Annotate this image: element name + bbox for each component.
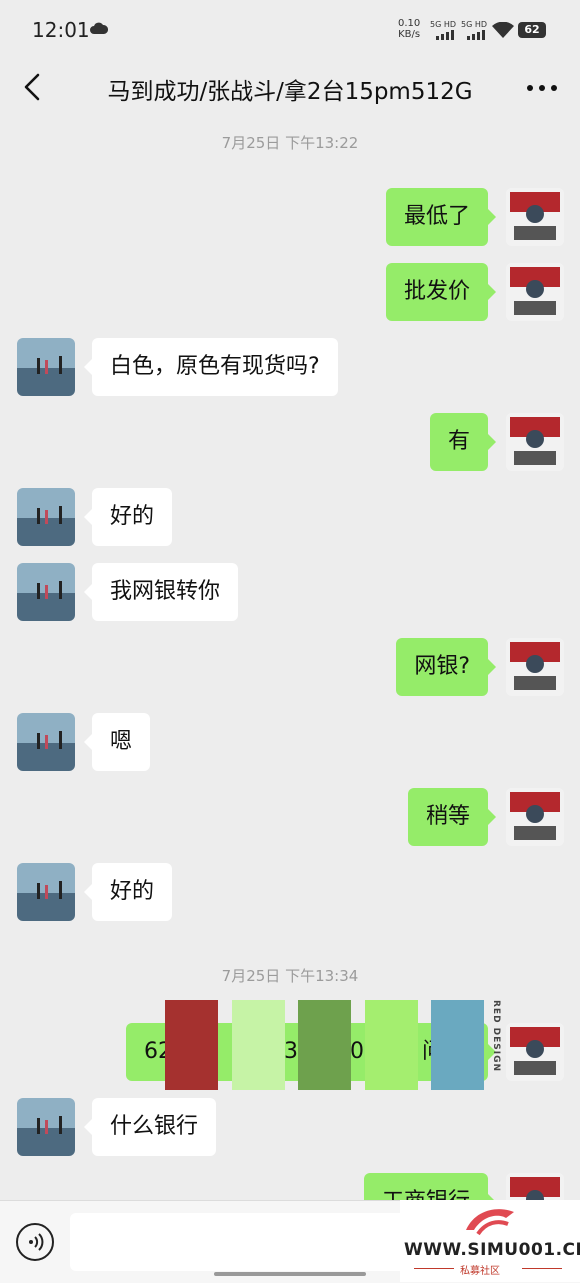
- network-speed: 0.10 KB/s: [398, 18, 421, 40]
- contact-avatar[interactable]: [17, 563, 75, 621]
- watermark-logo-icon: [466, 1209, 514, 1236]
- cloud-icon: [90, 22, 108, 34]
- my-avatar[interactable]: [506, 263, 564, 321]
- my-avatar[interactable]: [506, 788, 564, 846]
- message-bubble-out[interactable]: 工商银行: [363, 1173, 497, 1200]
- my-avatar[interactable]: [506, 638, 564, 696]
- message-bubble-out[interactable]: 网银?: [396, 638, 496, 696]
- divider: [414, 1268, 454, 1269]
- contact-avatar[interactable]: [17, 1098, 75, 1156]
- message-bubble-out[interactable]: 稍等: [407, 788, 497, 846]
- chat-title: 马到成功/张战斗/拿2台15pm512G: [107, 79, 473, 105]
- timestamp: 7月25日 下午13:34: [221, 967, 359, 985]
- redaction-block: [431, 1000, 484, 1090]
- my-avatar[interactable]: [506, 188, 564, 246]
- battery-icon: 62: [518, 22, 546, 38]
- status-bar: 12:01 0.10 KB/s 5G HD 5G HD 62: [0, 0, 580, 60]
- sim2-label: 5G HD: [461, 20, 488, 29]
- chevron-left-icon[interactable]: [18, 72, 48, 102]
- divider: [522, 1268, 562, 1269]
- home-indicator: [214, 1272, 366, 1276]
- watermark-site: WWW.SIMU001.CN: [404, 1240, 580, 1260]
- contact-avatar[interactable]: [17, 488, 75, 546]
- message-bubble-out[interactable]: 批发价: [385, 263, 497, 321]
- contact-avatar[interactable]: [17, 863, 75, 921]
- contact-avatar[interactable]: [17, 338, 75, 396]
- watermark-subtitle: 私募社区: [460, 1266, 500, 1277]
- message-bubble-in[interactable]: 什么银行: [83, 1098, 217, 1156]
- redaction-block: [232, 1000, 285, 1090]
- signal-bars-1-icon: [436, 30, 454, 40]
- redaction-block: [365, 1000, 418, 1090]
- message-bubble-in[interactable]: 好的: [83, 863, 173, 921]
- message-input[interactable]: [70, 1213, 420, 1271]
- message-bubble-in[interactable]: 白色，原色有现货吗?: [84, 338, 338, 396]
- voice-icon[interactable]: [16, 1223, 54, 1261]
- message-bubble-in[interactable]: 我网银转你: [83, 563, 239, 621]
- my-avatar[interactable]: [506, 1023, 564, 1081]
- signal-bars-2-icon: [467, 30, 485, 40]
- message-bubble-in[interactable]: 好的: [83, 488, 173, 546]
- status-time: 12:01: [32, 18, 90, 42]
- overlay-label: RED DESIGN: [491, 1000, 501, 1073]
- wifi-icon: [492, 22, 514, 38]
- timestamp: 7月25日 下午13:22: [221, 134, 359, 152]
- contact-avatar[interactable]: [17, 713, 75, 771]
- sim1-label: 5G HD: [430, 20, 457, 29]
- message-bubble-out[interactable]: 最低了: [385, 188, 497, 246]
- my-avatar[interactable]: [506, 1173, 564, 1200]
- watermark: WWW.SIMU001.CN 私募社区: [400, 1200, 580, 1282]
- more-dots-icon[interactable]: [526, 84, 558, 92]
- chat-header: 马到成功/张战斗/拿2台15pm512G: [0, 60, 580, 118]
- redaction-block: [165, 1000, 218, 1090]
- my-avatar[interactable]: [506, 413, 564, 471]
- message-fragment: 0: [350, 1039, 364, 1064]
- message-bubble-out[interactable]: 有: [429, 413, 497, 471]
- message-bubble-in[interactable]: 嗯: [83, 713, 151, 771]
- redaction-block: [298, 1000, 351, 1090]
